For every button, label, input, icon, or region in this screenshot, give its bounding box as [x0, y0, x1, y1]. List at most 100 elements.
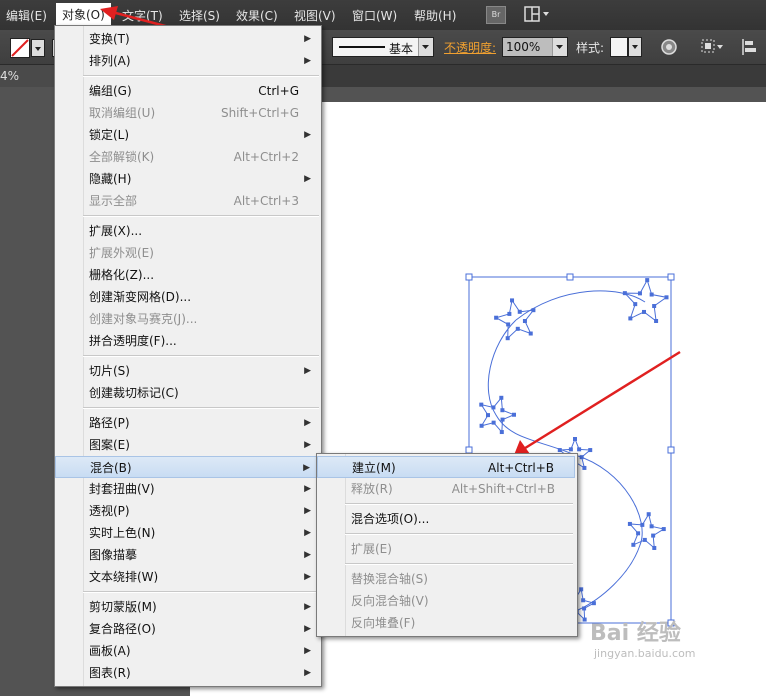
object-menu-item[interactable]: 扩展外观(E)	[55, 242, 319, 264]
anchor-point	[479, 423, 484, 428]
menu-item-label: 画板(A)	[89, 644, 131, 658]
object-menu-item[interactable]: 编组(G) Ctrl+G	[55, 80, 319, 102]
menu-item-label: 复合路径(O)	[89, 622, 156, 636]
menu-separator	[345, 533, 573, 535]
object-menu: 变换(T) ▶ 排列(A) ▶ 编组(G) Ctrl+G 取消编组(U) Shift+Ctrl…	[54, 25, 322, 687]
menu-item-label: 图像描摹	[89, 548, 138, 562]
object-menu-item[interactable]: 创建渐变网格(D)...	[55, 286, 319, 308]
menu-item-label: 取消编组(U)	[89, 106, 156, 120]
submenu-arrow-icon: ▶	[304, 506, 311, 516]
menu-separator	[345, 563, 573, 565]
menu-item-label: 栅格化(Z)...	[89, 268, 155, 282]
object-menu-item[interactable]: 取消编组(U) Shift+Ctrl+G	[55, 102, 319, 124]
object-menu-item[interactable]: 混合(B) ▶	[55, 456, 319, 478]
menu-item-label: 封套扭曲(V)	[89, 482, 155, 496]
bounding-box-handle[interactable]	[667, 446, 675, 454]
object-menu-item[interactable]: 封套扭曲(V) ▶	[55, 478, 319, 500]
anchor-point	[661, 527, 666, 532]
anchor-point	[631, 542, 636, 547]
anchor-point	[645, 278, 650, 283]
menu-item-label: 释放(R)	[351, 482, 393, 496]
anchor-point	[649, 292, 654, 297]
bounding-box-handle[interactable]	[566, 273, 574, 281]
bounding-box-handle[interactable]	[667, 273, 675, 281]
star-shape[interactable]	[623, 278, 668, 323]
menu-item-shortcut: Alt+Shift+Ctrl+B	[451, 482, 555, 496]
submenu-arrow-icon: ▶	[304, 366, 311, 376]
blend-spine-path	[574, 454, 643, 611]
object-menu-item[interactable]: 锁定(L) ▶	[55, 124, 319, 146]
annotation-arrow	[514, 350, 681, 455]
submenu-arrow-icon: ▶	[304, 34, 311, 44]
blend-menu-item[interactable]: 反向堆叠(F)	[317, 612, 575, 634]
watermark-brand: Bai 经验	[590, 621, 681, 646]
anchor-point	[511, 412, 516, 417]
bounding-box-handle[interactable]	[465, 273, 473, 281]
object-menu-item[interactable]: 拼合透明度(F)...	[55, 330, 319, 352]
anchor-point	[568, 447, 573, 452]
object-menu-item[interactable]: 剪切蒙版(M) ▶	[55, 596, 319, 618]
menu-item-label: 扩展外观(E)	[89, 246, 154, 260]
object-menu-item[interactable]: 切片(S) ▶	[55, 360, 319, 382]
anchor-point	[500, 417, 505, 422]
menu-item-label: 文本绕排(W)	[89, 570, 159, 584]
star-shape[interactable]	[494, 299, 535, 340]
object-menu-item[interactable]: 隐藏(H) ▶	[55, 168, 319, 190]
anchor-point	[649, 524, 654, 529]
object-menu-item[interactable]: 实时上色(N) ▶	[55, 522, 319, 544]
object-menu-item[interactable]: 变换(T) ▶	[55, 28, 319, 50]
blend-menu-item[interactable]: 扩展(E)	[317, 538, 575, 560]
anchor-point	[573, 437, 577, 441]
blend-menu-item[interactable]: 替换混合轴(S)	[317, 568, 575, 590]
object-menu-item[interactable]: 图表(R) ▶	[55, 662, 319, 684]
menu-item-label: 路径(P)	[89, 416, 130, 430]
object-menu-item[interactable]: 排列(A) ▶	[55, 50, 319, 72]
menu-item-label: 变换(T)	[89, 32, 130, 46]
object-menu-item[interactable]: 图案(E) ▶	[55, 434, 319, 456]
blend-menu-item[interactable]: 反向混合轴(V)	[317, 590, 575, 612]
submenu-arrow-icon: ▶	[304, 528, 311, 538]
object-menu-item[interactable]: 图像描摹 ▶	[55, 544, 319, 566]
blend-spine-path	[515, 290, 646, 321]
anchor-point	[582, 465, 587, 470]
blend-menu-item[interactable]: 释放(R) Alt+Shift+Ctrl+B	[317, 478, 575, 500]
menu-item-label: 建立(M)	[352, 461, 396, 475]
anchor-point	[522, 319, 527, 324]
object-menu-item[interactable]: 透视(P) ▶	[55, 500, 319, 522]
anchor-point	[499, 395, 504, 400]
object-menu-item[interactable]: 创建裁切标记(C)	[55, 382, 319, 404]
object-menu-item[interactable]: 显示全部 Alt+Ctrl+3	[55, 190, 319, 212]
menu-item-label: 排列(A)	[89, 54, 131, 68]
menu-separator	[83, 407, 319, 409]
object-menu-item[interactable]: 全部解锁(K) Alt+Ctrl+2	[55, 146, 319, 168]
anchor-point	[579, 455, 584, 460]
object-menu-item[interactable]: 扩展(X)...	[55, 220, 319, 242]
menu-item-label: 创建渐变网格(D)...	[89, 290, 192, 304]
object-menu-item[interactable]: 画板(A) ▶	[55, 640, 319, 662]
blend-submenu: 建立(M) Alt+Ctrl+B 释放(R) Alt+Shift+Ctrl+B 混合选项…	[316, 453, 578, 637]
blend-menu-item[interactable]: 建立(M) Alt+Ctrl+B	[317, 456, 575, 478]
object-menu-item[interactable]: 复合路径(O) ▶	[55, 618, 319, 640]
anchor-point	[633, 302, 638, 307]
object-menu-item[interactable]: 创建对象马赛克(J)...	[55, 308, 319, 330]
blend-menu-item[interactable]: 混合选项(O)...	[317, 508, 575, 530]
anchor-point	[642, 309, 647, 314]
menu-item-label: 切片(S)	[89, 364, 130, 378]
submenu-arrow-icon: ▶	[304, 646, 311, 656]
object-menu-item[interactable]: 路径(P) ▶	[55, 412, 319, 434]
menu-item-label: 反向堆叠(F)	[351, 616, 416, 630]
anchor-point	[640, 522, 645, 527]
object-menu-item[interactable]: 文本绕排(W) ▶	[55, 566, 319, 588]
watermark: Bai 经验 jingyan.baidu.com	[590, 615, 696, 660]
menu-item-label: 扩展(E)	[351, 542, 392, 556]
menu-separator	[345, 503, 573, 505]
menu-item-label: 显示全部	[89, 194, 138, 208]
menu-item-label: 混合选项(O)...	[351, 512, 430, 526]
menu-item-label: 创建裁切标记(C)	[89, 386, 179, 400]
object-menu-item[interactable]: 栅格化(Z)...	[55, 264, 319, 286]
anchor-point	[491, 420, 496, 425]
anchor-point	[507, 311, 512, 316]
submenu-arrow-icon: ▶	[304, 56, 311, 66]
watermark-url: jingyan.baidu.com	[594, 647, 696, 660]
menu-item-label: 隐藏(H)	[89, 172, 132, 186]
